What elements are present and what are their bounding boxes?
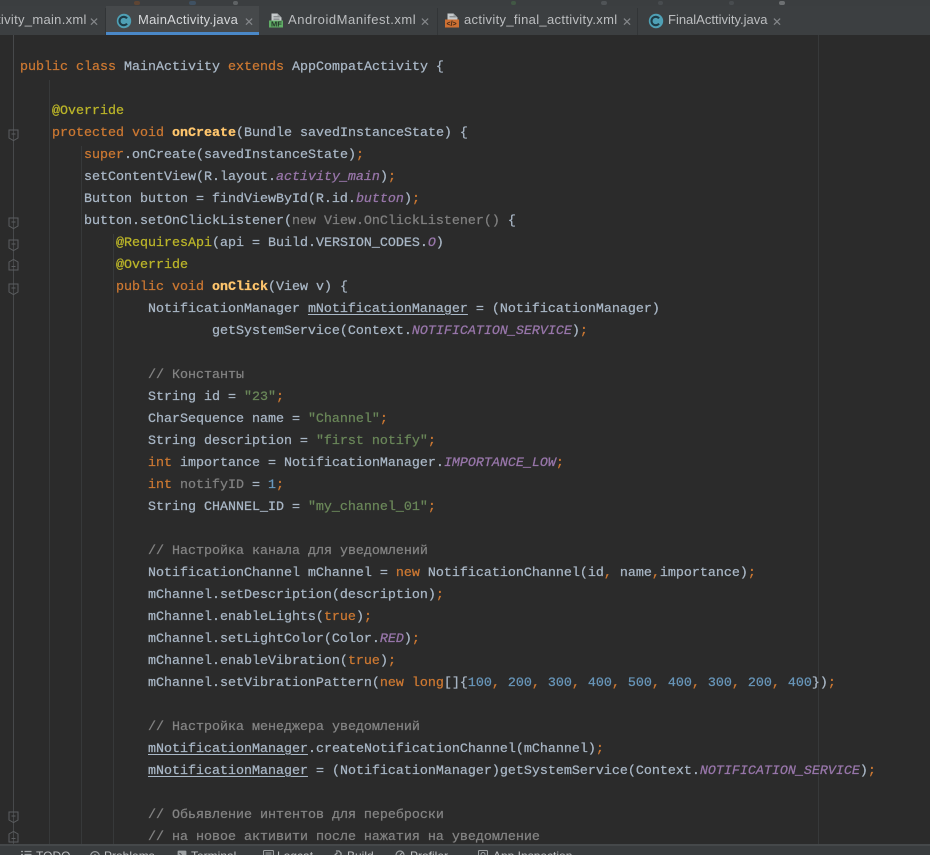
svg-text:MF: MF	[271, 20, 282, 29]
svg-text:</>: </>	[447, 21, 457, 28]
